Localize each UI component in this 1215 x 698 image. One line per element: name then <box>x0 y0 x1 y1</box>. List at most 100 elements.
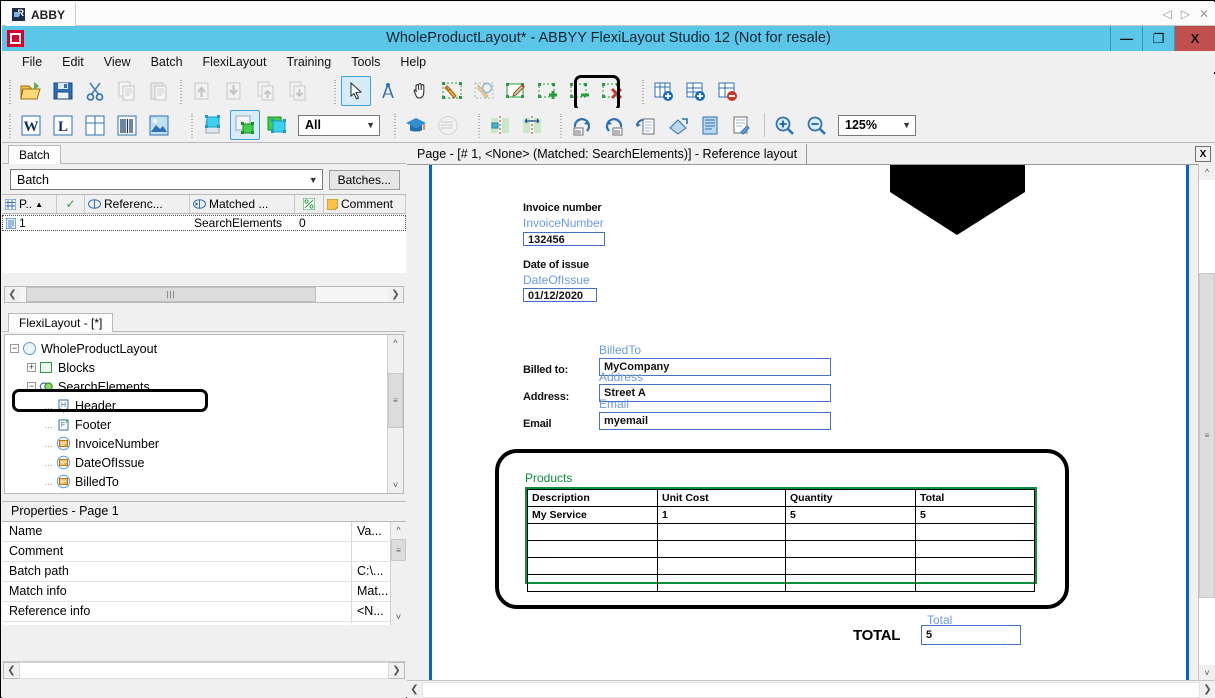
tab-flexilayout[interactable]: FlexiLayout - [*] <box>8 313 114 332</box>
property-row-comment[interactable]: Comment <box>2 542 406 562</box>
props-scroll-right-icon[interactable]: ❯ <box>389 665 404 676</box>
total-input[interactable]: 5 <box>921 625 1021 645</box>
canvas-scroll-down-icon[interactable]: ˅ <box>1199 665 1215 681</box>
tree-expander-blocks[interactable]: + <box>27 363 36 372</box>
move-up-button[interactable] <box>187 76 217 106</box>
property-row-matchinfo[interactable]: Match info Mat... <box>2 582 406 602</box>
invoice-page[interactable]: Invoice number InvoiceNumber 132456 Date… <box>429 165 1189 681</box>
table-row[interactable]: 1 SearchElements 0 <box>2 215 406 231</box>
line-block-button[interactable]: L <box>48 110 78 140</box>
menu-item-batch[interactable]: Batch <box>141 53 193 71</box>
toolbar-grip-3[interactable] <box>332 80 338 106</box>
pan-tool-button[interactable] <box>405 76 435 106</box>
menu-item-file[interactable]: File <box>12 53 52 71</box>
toolbar-grip[interactable] <box>7 80 13 106</box>
show-blocks-button[interactable] <box>198 110 228 140</box>
zoom-in-button[interactable] <box>770 110 800 140</box>
toolbar-grip-9[interactable] <box>558 114 564 140</box>
column-header-matched[interactable]: Matched ... <box>190 195 295 213</box>
tree-vscrollbar[interactable]: ^ ≡ ˅ <box>387 335 403 493</box>
add-block-button[interactable] <box>533 76 563 106</box>
page-properties-button[interactable] <box>695 110 725 140</box>
canvas-vscroll-thumb[interactable]: ≡ <box>1199 273 1215 598</box>
list-view-button[interactable] <box>433 110 463 140</box>
props-scroll-left-icon[interactable]: ❮ <box>4 665 19 676</box>
canvas-scroll-left-icon[interactable]: ❮ <box>407 684 422 695</box>
show-all-button[interactable] <box>262 110 292 140</box>
tree-node-wholeproductlayout[interactable]: − WholeProductLayout <box>10 339 403 358</box>
toolbar-grip-7[interactable] <box>392 114 398 140</box>
magic-wand-search-button[interactable] <box>469 76 499 106</box>
canvas-vscroll-track-top[interactable] <box>1199 180 1215 273</box>
tree-node-footer[interactable]: … F Footer <box>10 415 403 434</box>
menu-item-view[interactable]: View <box>94 53 141 71</box>
paste-button[interactable] <box>144 76 174 106</box>
copy-button[interactable] <box>112 76 142 106</box>
date-of-issue-input[interactable]: 01/12/2020 <box>523 288 597 302</box>
tab-batch[interactable]: Batch <box>8 145 61 164</box>
training-button[interactable] <box>401 110 431 140</box>
column-header-percent[interactable] <box>295 195 324 213</box>
menu-item-training[interactable]: Training <box>276 53 341 71</box>
menu-item-edit[interactable]: Edit <box>52 53 94 71</box>
properties-vscrollbar[interactable]: ^ ≡ ˅ <box>390 522 406 625</box>
column-header-comment[interactable]: Comment <box>324 195 406 213</box>
scroll-down-icon[interactable]: ˅ <box>388 477 403 493</box>
tree-vscroll-thumb[interactable]: ≡ <box>388 373 403 428</box>
tree-node-dateofissue[interactable]: … DateOfIssue <box>10 453 403 472</box>
rotate-page-button[interactable] <box>631 110 661 140</box>
open-button[interactable] <box>16 76 46 106</box>
document-close-button[interactable]: X <box>1195 146 1211 162</box>
address-input[interactable]: Street A <box>599 384 831 402</box>
rotate-right-button[interactable] <box>567 110 597 140</box>
subtract-block-button[interactable] <box>565 76 595 106</box>
zoom-level-select[interactable]: 125% ▼ <box>838 114 916 136</box>
move-down-button[interactable] <box>219 76 249 106</box>
column-header-check[interactable]: ✓ <box>57 195 85 213</box>
toolbar-grip-4[interactable] <box>640 80 646 106</box>
picture-block-button[interactable] <box>144 110 174 140</box>
barcode-block-button[interactable] <box>112 110 142 140</box>
properties-hscrollbar[interactable]: ❮ ❯ <box>3 662 405 679</box>
batch-select[interactable]: Batch ▼ <box>10 169 323 190</box>
measure-tool-button[interactable] <box>373 76 403 106</box>
batches-button[interactable]: Batches... <box>328 169 400 190</box>
menu-item-tools[interactable]: Tools <box>341 53 390 71</box>
close-button[interactable]: X <box>1174 26 1215 51</box>
add-table-column-button[interactable] <box>649 76 679 106</box>
outer-tab-abby[interactable]: ABBY <box>6 3 77 26</box>
select-tool-button[interactable] <box>341 76 371 106</box>
toolbar-grip-8[interactable] <box>476 114 482 140</box>
scroll-right-icon[interactable]: ❯ <box>388 289 403 300</box>
rotate-left-button[interactable] <box>599 110 629 140</box>
hscroll-thumb[interactable]: ||| <box>26 287 316 302</box>
block-filter-select[interactable]: All ▼ <box>298 114 380 136</box>
column-header-page[interactable]: P.. ▲ <box>2 195 57 213</box>
toolbar-grip-5[interactable] <box>7 114 13 140</box>
canvas-hscroll-track[interactable] <box>422 681 1200 698</box>
props-hscroll-track[interactable] <box>19 662 389 679</box>
canvas-hscrollbar[interactable]: ❮ ❯ <box>407 680 1215 698</box>
property-row-batchpath[interactable]: Batch path C:\... <box>2 562 406 582</box>
minimize-button[interactable]: — <box>1110 26 1142 51</box>
toolbar-grip-2[interactable] <box>178 80 184 106</box>
tree-node-billedto[interactable]: … BilledTo <box>10 472 403 491</box>
tree-expander-search[interactable]: − <box>27 382 36 391</box>
delete-table-button[interactable] <box>713 76 743 106</box>
magic-wand-button[interactable] <box>437 76 467 106</box>
property-row-imageinfo[interactable]: Image info 558 <box>2 622 406 625</box>
zoom-out-button[interactable] <box>802 110 832 140</box>
separator-width-button[interactable] <box>517 110 547 140</box>
cut-button[interactable] <box>80 76 110 106</box>
menu-item-help[interactable]: Help <box>390 53 436 71</box>
props-scroll-down-icon[interactable]: ˅ <box>391 609 406 625</box>
props-scroll-up-icon[interactable]: ^ <box>391 522 406 538</box>
save-button[interactable] <box>48 76 78 106</box>
nav-back-icon[interactable]: ◁ <box>1162 4 1171 24</box>
close-icon[interactable]: ✕ <box>1199 4 1209 24</box>
delete-block-button[interactable] <box>597 76 627 106</box>
column-header-reference[interactable]: Referenc... <box>85 195 190 213</box>
products-table[interactable]: Description Unit Cost Quantity Total My … <box>525 487 1037 592</box>
tree-node-searchelements[interactable]: − SearchElements <box>10 377 403 396</box>
canvas-scroll-up-icon[interactable]: ^ <box>1199 164 1215 180</box>
